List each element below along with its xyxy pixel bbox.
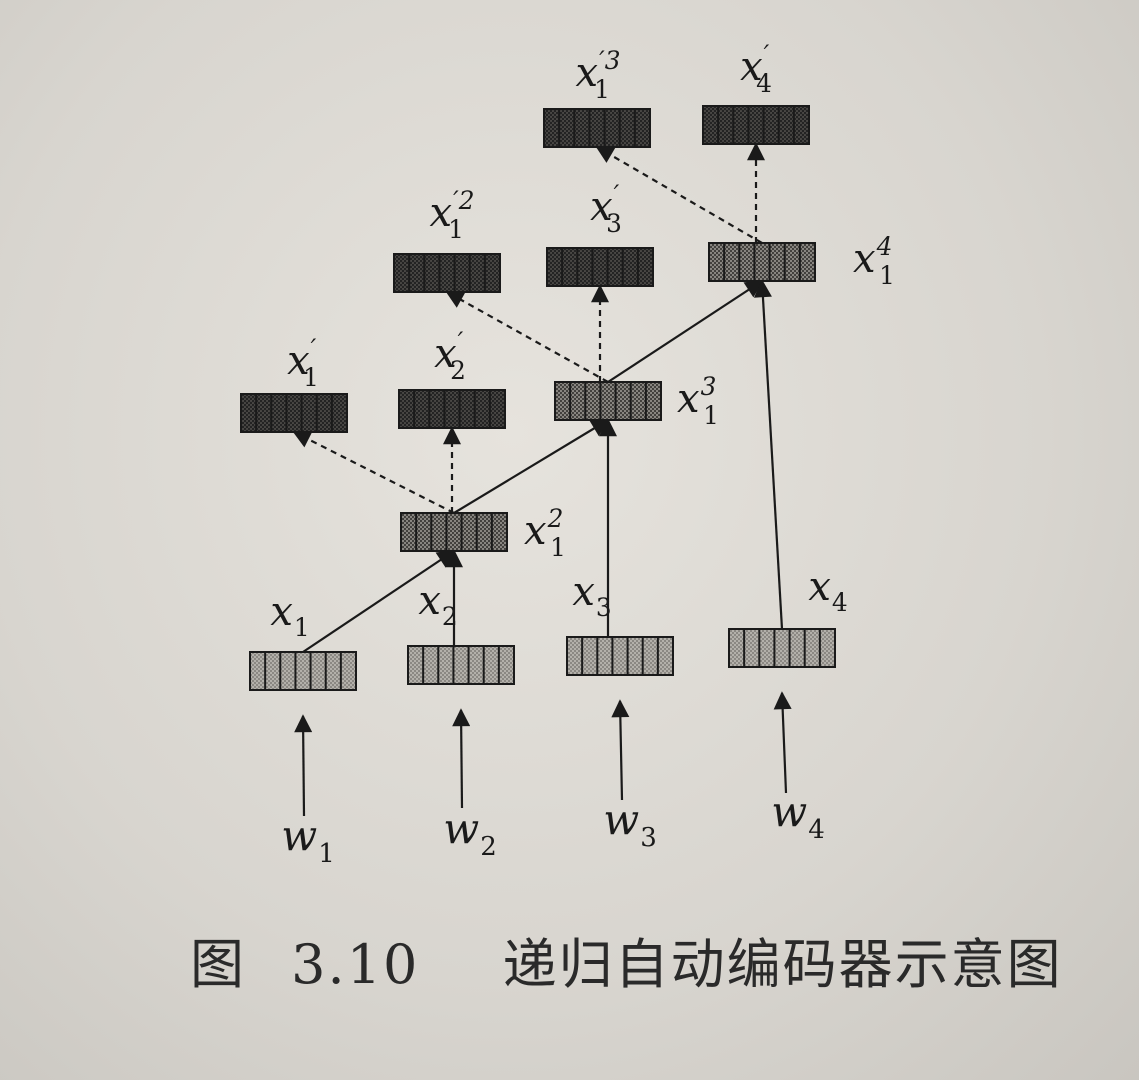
node-label-x3p-sub: 3 bbox=[606, 209, 622, 238]
nodes-layer bbox=[240, 105, 836, 691]
node-x1_4 bbox=[708, 242, 816, 282]
node-x1_2 bbox=[400, 512, 508, 552]
node-label-x1: x1 bbox=[270, 589, 309, 642]
node-x3p bbox=[546, 247, 654, 287]
node-label-x1p3: x′3 1 bbox=[576, 46, 621, 104]
node-label-x1p-sup: ′ bbox=[311, 334, 317, 363]
node-label-x2-base: x bbox=[418, 578, 441, 624]
node-label-x1-base: x bbox=[270, 589, 293, 635]
labels-layer: x1x2x3 x4x2 1x3 1x4 1x′ 1x′ 2x′2 1 x′ 3x′3 1 x′ 4w1w… bbox=[270, 40, 895, 869]
node-x1p bbox=[240, 393, 348, 433]
input-label-w3: w3 bbox=[603, 795, 657, 853]
edge-w1-to-x1 bbox=[294, 714, 313, 817]
node-x2 bbox=[407, 645, 515, 685]
node-label-x4p: x′ 4 bbox=[740, 40, 772, 98]
node-label-x1p3-sup: ′3 bbox=[599, 46, 620, 75]
node-label-x1_4-base: x bbox=[853, 236, 876, 282]
node-label-x4-sub: 4 bbox=[832, 588, 848, 617]
node-label-x1_3-sup: 3 bbox=[701, 372, 717, 401]
node-label-x3-sub: 3 bbox=[596, 593, 612, 622]
edge-w4-to-x4 bbox=[773, 691, 792, 794]
input-label-w2: w2 bbox=[443, 804, 497, 862]
input-label-w1-sub: 1 bbox=[318, 839, 335, 869]
caption-title: 递归自动编码器示意图 bbox=[502, 933, 1063, 996]
node-label-x1_3-sub: 1 bbox=[703, 401, 719, 430]
node-label-x1_3-base: x bbox=[677, 376, 700, 422]
node-label-x1p2: x′2 1 bbox=[430, 186, 475, 244]
node-label-x3: x3 bbox=[572, 569, 611, 622]
node-label-x3p: x′ 3 bbox=[590, 180, 622, 238]
node-label-x1p2-sup: ′2 bbox=[453, 186, 474, 215]
node-label-x2p-sub: 2 bbox=[450, 356, 466, 385]
edge-x1_3-to-x1_4 bbox=[607, 280, 764, 383]
node-label-x1p3-sub: 1 bbox=[594, 75, 610, 104]
edge-x4-to-x1_4 bbox=[753, 279, 784, 630]
node-x1p2 bbox=[393, 253, 501, 293]
input-label-w4-sub: 4 bbox=[808, 815, 825, 845]
node-x1 bbox=[249, 651, 357, 691]
node-x1p3 bbox=[543, 108, 651, 148]
input-label-w4: w4 bbox=[771, 787, 825, 845]
input-label-w1: w1 bbox=[281, 811, 335, 869]
figure-page: x1 x2 x3 x4 x2 1 x3 1 x4 1 x′ 1 x′ 2 x′2 1 x′ 3 x′3 1 x′ 4 w1 w… bbox=[0, 0, 1139, 1080]
edge-x1_2-to-x1p bbox=[292, 431, 455, 514]
node-label-x1_4: x4 1 bbox=[853, 232, 895, 290]
caption-figure-number: 3.10 bbox=[291, 933, 420, 996]
node-x4p bbox=[702, 105, 810, 145]
node-label-x1_2-sup: 2 bbox=[547, 504, 564, 533]
node-x3 bbox=[566, 636, 674, 676]
node-x1_3 bbox=[554, 381, 662, 421]
edge-x1_3-to-x1p2 bbox=[445, 291, 609, 383]
node-label-x4: x4 bbox=[808, 564, 847, 617]
node-label-x2p: x′ 2 bbox=[434, 327, 466, 385]
input-label-w2-base: w bbox=[443, 804, 479, 853]
node-label-x1_2: x2 1 bbox=[524, 504, 566, 562]
recursive-autoencoder-diagram: x1x2x3 x4x2 1x3 1x4 1x′ 1x′ 2x′2 1 x′ 3x′3 1 x′ 4w1w… bbox=[240, 40, 895, 869]
input-label-w3-sub: 3 bbox=[640, 823, 657, 853]
input-label-w1-base: w bbox=[281, 811, 317, 860]
node-label-x3p-sup: ′ bbox=[614, 180, 620, 209]
caption-figure-word: 图 bbox=[190, 933, 246, 996]
node-label-x1_2-base: x bbox=[524, 508, 547, 554]
node-label-x4-base: x bbox=[808, 564, 831, 610]
edge-w2-to-x2 bbox=[452, 708, 471, 809]
input-label-w2-sub: 2 bbox=[480, 832, 497, 862]
node-label-x4p-sup: ′ bbox=[764, 40, 770, 69]
input-label-w3-base: w bbox=[603, 795, 639, 844]
node-label-x1_3: x3 1 bbox=[677, 372, 719, 430]
edge-w3-to-x3 bbox=[611, 699, 630, 801]
node-label-x1_2-sub: 1 bbox=[550, 533, 566, 562]
node-x2p bbox=[398, 389, 506, 429]
node-x4 bbox=[728, 628, 836, 668]
edge-x1_2-to-x1_3 bbox=[453, 419, 610, 514]
node-label-x1_4-sup: 4 bbox=[876, 232, 893, 261]
node-label-x2p-sup: ′ bbox=[458, 327, 464, 356]
node-label-x4p-sub: 4 bbox=[756, 69, 772, 98]
node-label-x2: x2 bbox=[418, 578, 457, 631]
input-label-w4-base: w bbox=[771, 787, 807, 836]
node-label-x1_4-sub: 1 bbox=[879, 261, 895, 290]
node-label-x1p: x′ 1 bbox=[287, 334, 319, 392]
node-label-x3-base: x bbox=[572, 569, 595, 615]
figure-caption: 图 3.10 递归自动编码器示意图 bbox=[190, 920, 1063, 999]
node-label-x1-sub: 1 bbox=[294, 613, 310, 642]
node-label-x1p-sub: 1 bbox=[303, 363, 319, 392]
node-label-x2-sub: 2 bbox=[442, 602, 458, 631]
node-label-x1p2-sub: 1 bbox=[448, 215, 464, 244]
